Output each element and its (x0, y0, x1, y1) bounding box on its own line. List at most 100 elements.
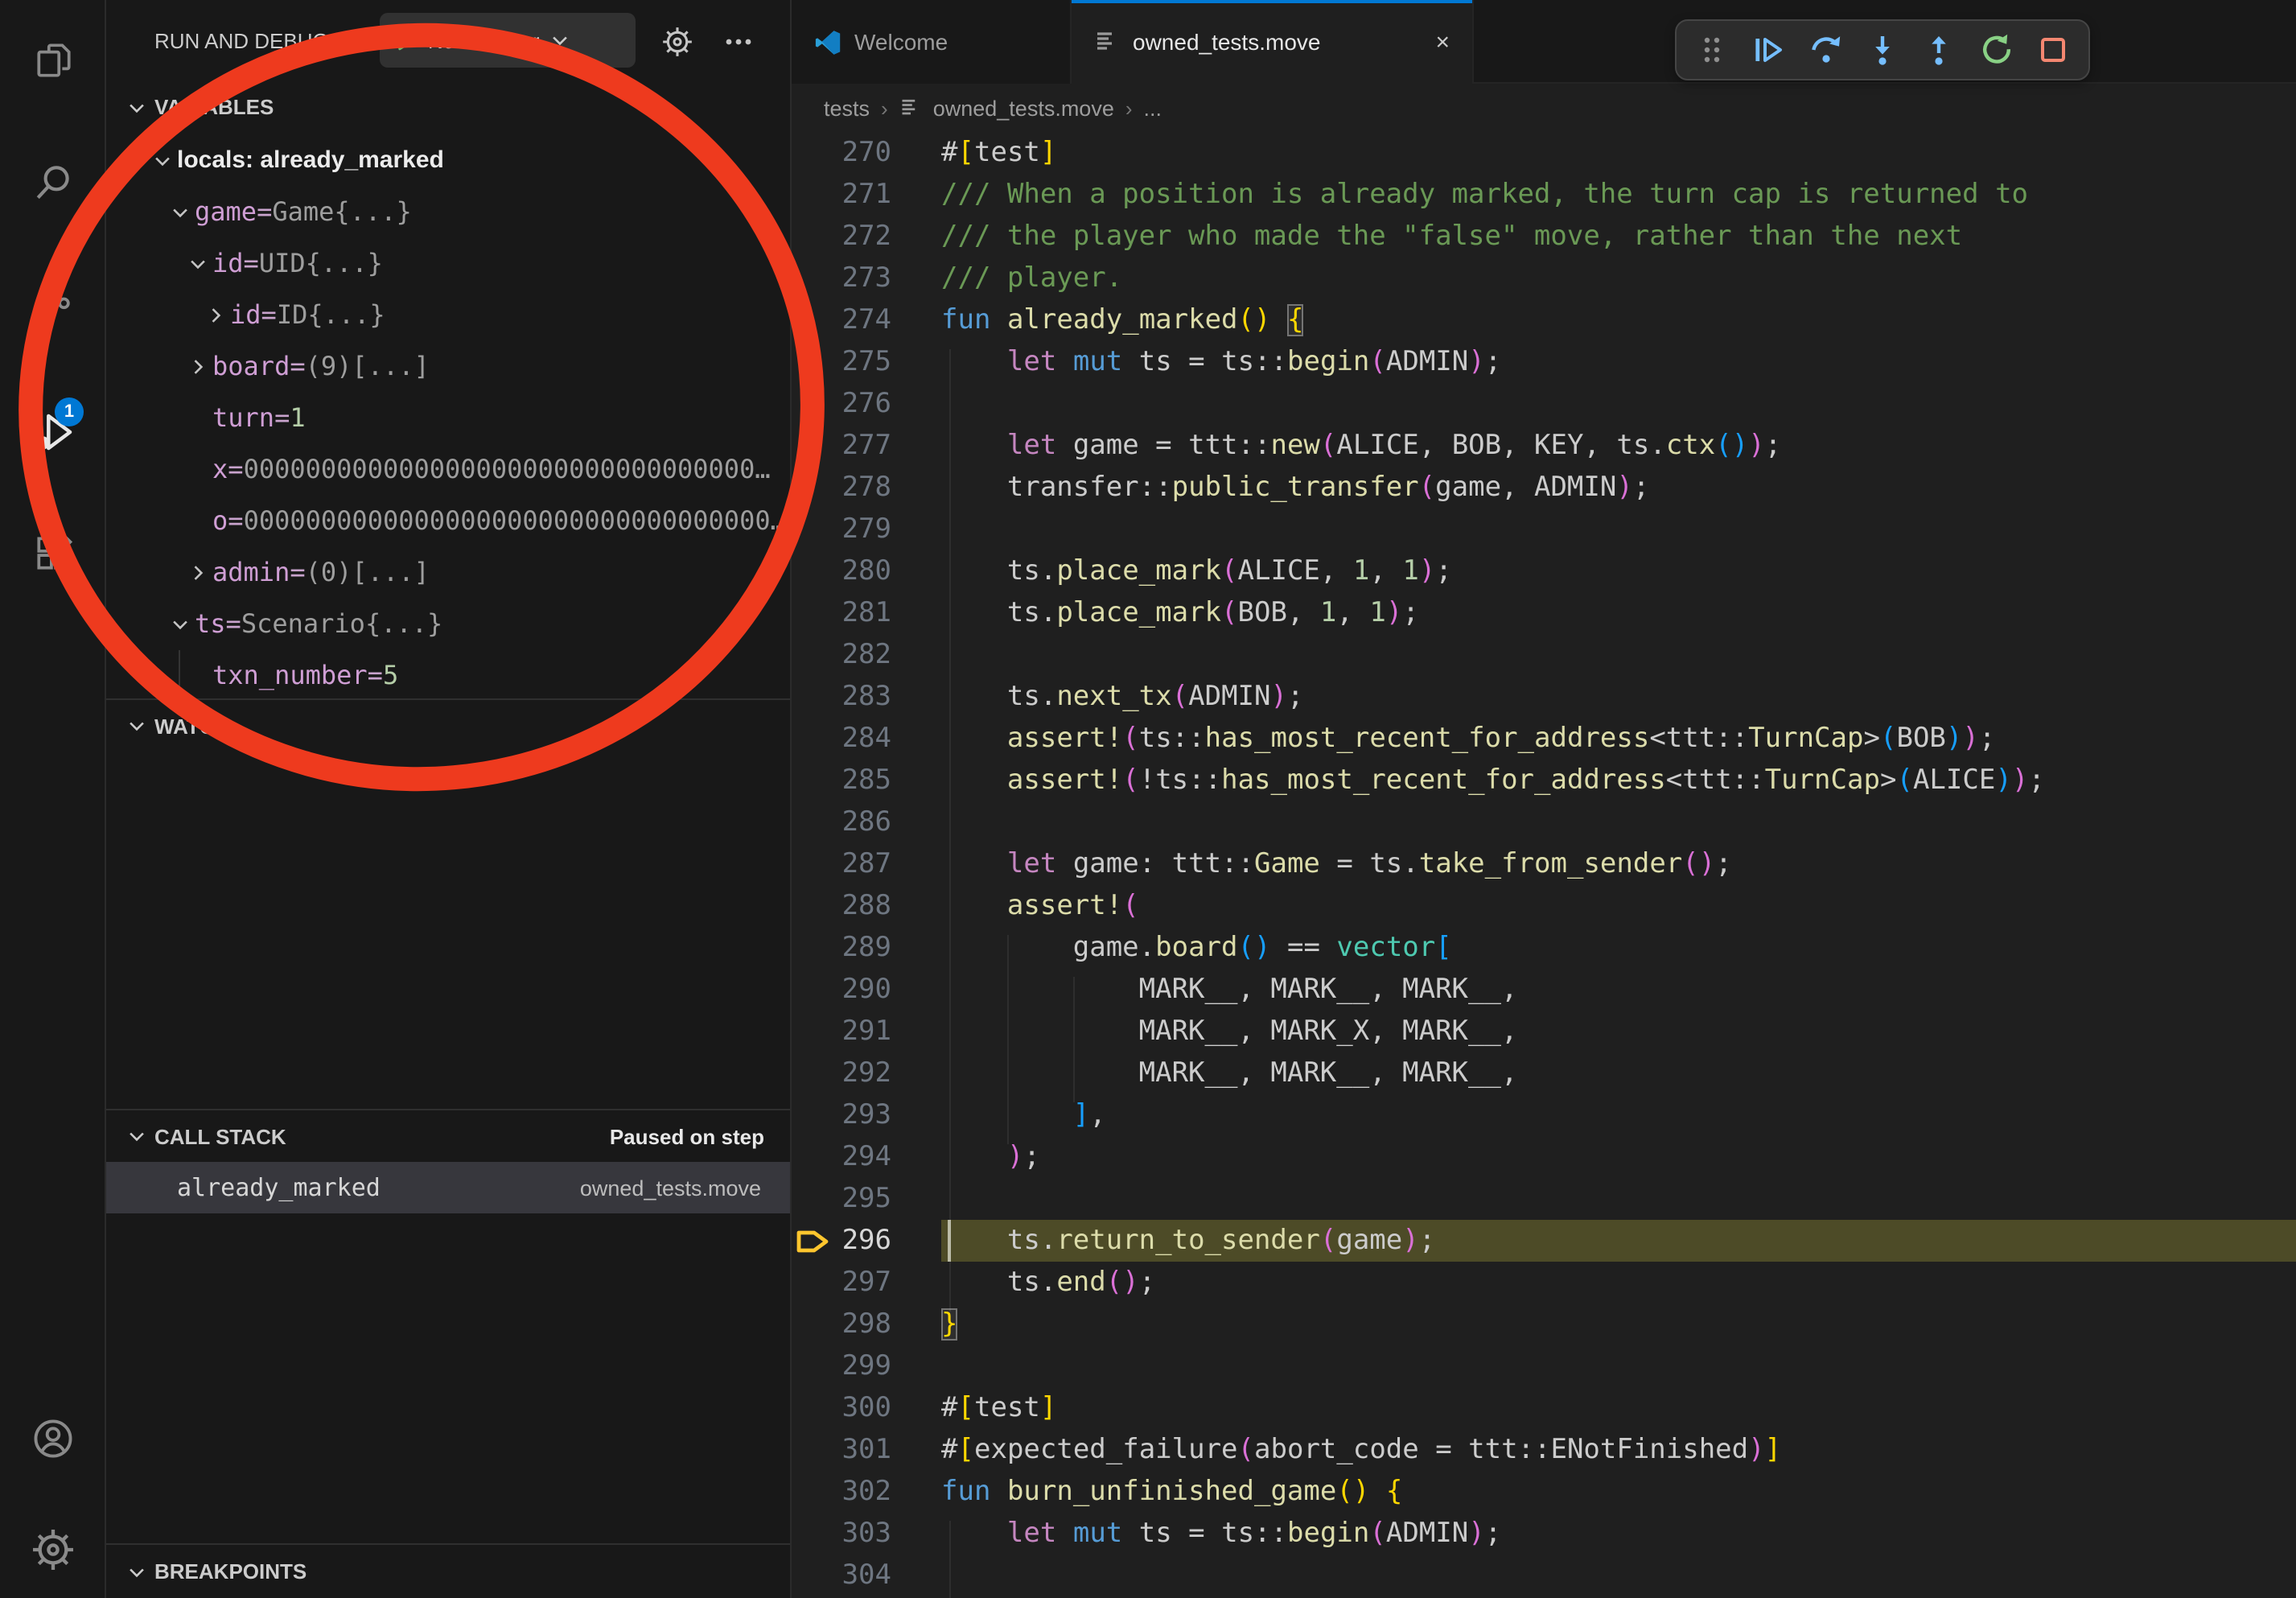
scope-row[interactable]: locals: already_marked (106, 135, 790, 187)
code-line[interactable]: 270#[test] (792, 132, 2296, 174)
code-line-content[interactable]: let mut ts = ts::begin(ADMIN); (941, 1513, 2296, 1555)
code-line[interactable]: 281 ts.place_mark(BOB, 1, 1); (792, 592, 2296, 634)
line-number[interactable]: 281 (792, 592, 941, 634)
code-line-content[interactable] (941, 801, 2296, 843)
chevron-down-icon[interactable] (169, 613, 195, 636)
code-line[interactable]: 274fun already_marked() { (792, 299, 2296, 341)
drag-handle-icon[interactable] (1693, 31, 1731, 69)
line-number[interactable]: 289 (792, 927, 941, 969)
breadcrumb-item-symbol[interactable]: ... (1144, 96, 1162, 120)
code-line[interactable]: 287 let game: ttt::Game = ts.take_from_s… (792, 843, 2296, 885)
chevron-right-icon[interactable] (187, 356, 212, 378)
line-number[interactable]: 291 (792, 1011, 941, 1052)
code-line-content[interactable]: ts.return_to_sender(game); (941, 1220, 2296, 1262)
line-number[interactable]: 278 (792, 467, 941, 509)
gear-icon[interactable] (656, 21, 698, 63)
line-number[interactable]: 276 (792, 383, 941, 425)
code-line[interactable]: 288 assert!( (792, 885, 2296, 927)
settings-gear-icon[interactable] (14, 1511, 92, 1588)
restart-icon[interactable] (1977, 31, 2015, 69)
chevron-down-icon[interactable] (169, 201, 195, 224)
code-line-content[interactable]: assert!(!ts::has_most_recent_for_address… (941, 760, 2296, 801)
step-over-icon[interactable] (1806, 31, 1845, 69)
step-into-icon[interactable] (1863, 31, 1902, 69)
code-line-content[interactable] (941, 509, 2296, 550)
code-line-content[interactable]: ts.next_tx(ADMIN); (941, 676, 2296, 718)
variable-row[interactable]: ts = Scenario{...} (106, 599, 790, 650)
line-number[interactable]: 270 (792, 132, 941, 174)
code-line[interactable]: 279 (792, 509, 2296, 550)
line-number[interactable]: 283 (792, 676, 941, 718)
chevron-down-icon[interactable] (187, 253, 212, 275)
line-number[interactable]: 282 (792, 634, 941, 676)
line-number[interactable]: 299 (792, 1345, 941, 1387)
breadcrumb-item-file[interactable]: owned_tests.move (933, 96, 1114, 120)
variable-row[interactable]: board = (9)[...] (106, 341, 790, 393)
code-line[interactable]: 296 ts.return_to_sender(game); (792, 1220, 2296, 1262)
code-line[interactable]: 278 transfer::public_transfer(game, ADMI… (792, 467, 2296, 509)
code-line[interactable]: 302fun burn_unfinished_game() { (792, 1471, 2296, 1513)
breadcrumb-item-tests[interactable]: tests (824, 96, 870, 120)
line-number[interactable]: 273 (792, 257, 941, 299)
code-line[interactable]: 283 ts.next_tx(ADMIN); (792, 676, 2296, 718)
code-line[interactable]: 272/// the player who made the "false" m… (792, 216, 2296, 257)
code-line-content[interactable]: /// When a position is already marked, t… (941, 174, 2296, 216)
code-line[interactable]: 286 (792, 801, 2296, 843)
line-number[interactable]: 277 (792, 425, 941, 467)
files-icon[interactable] (14, 21, 92, 98)
code-line-content[interactable]: ts.place_mark(BOB, 1, 1); (941, 592, 2296, 634)
code-line-content[interactable]: ts.place_mark(ALICE, 1, 1); (941, 550, 2296, 592)
stop-icon[interactable] (2034, 31, 2072, 69)
source-control-icon[interactable] (14, 267, 92, 344)
code-line-content[interactable]: /// player. (941, 257, 2296, 299)
variable-row[interactable]: game = Game{...} (106, 187, 790, 238)
code-line[interactable]: 276 (792, 383, 2296, 425)
launch-config-dropdown[interactable]: No Configur (380, 13, 636, 68)
code-line[interactable]: 300#[test] (792, 1387, 2296, 1429)
variable-row[interactable]: txn_number = 5 (106, 650, 790, 702)
code-line-content[interactable]: #[test] (941, 132, 2296, 174)
line-number[interactable]: 295 (792, 1178, 941, 1220)
line-number[interactable]: 304 (792, 1555, 941, 1596)
code-editor[interactable]: 270#[test]271/// When a position is alre… (792, 132, 2296, 1598)
step-out-icon[interactable] (1920, 31, 1959, 69)
code-line[interactable]: 303 let mut ts = ts::begin(ADMIN); (792, 1513, 2296, 1555)
code-line-content[interactable] (941, 634, 2296, 676)
line-number[interactable]: 293 (792, 1094, 941, 1136)
line-number[interactable]: 294 (792, 1136, 941, 1178)
search-icon[interactable] (14, 143, 92, 220)
code-line-content[interactable]: ); (941, 1136, 2296, 1178)
account-icon[interactable] (14, 1400, 92, 1477)
breakpoints-section-header[interactable]: BREAKPOINTS (106, 1543, 790, 1598)
code-line-content[interactable]: let game: ttt::Game = ts.take_from_sende… (941, 843, 2296, 885)
chevron-right-icon[interactable] (204, 304, 230, 327)
line-number[interactable]: 288 (792, 885, 941, 927)
code-line-content[interactable]: /// the player who made the "false" move… (941, 216, 2296, 257)
watch-section-header[interactable]: WATCH (106, 698, 790, 752)
code-line-content[interactable] (941, 1345, 2296, 1387)
line-number[interactable]: 298 (792, 1304, 941, 1345)
code-line-content[interactable]: transfer::public_transfer(game, ADMIN); (941, 467, 2296, 509)
line-number[interactable]: 272 (792, 216, 941, 257)
code-line-content[interactable]: MARK__, MARK__, MARK__, (941, 969, 2296, 1011)
code-line[interactable]: 290 MARK__, MARK__, MARK__, (792, 969, 2296, 1011)
tab-owned-tests-move[interactable]: owned_tests.move × (1072, 0, 1474, 84)
line-number[interactable]: 300 (792, 1387, 941, 1429)
code-line-content[interactable] (941, 1555, 2296, 1596)
close-icon[interactable]: × (1435, 28, 1450, 56)
code-line[interactable]: 275 let mut ts = ts::begin(ADMIN); (792, 341, 2296, 383)
line-number[interactable]: 286 (792, 801, 941, 843)
code-line[interactable]: 301#[expected_failure(abort_code = ttt::… (792, 1429, 2296, 1471)
code-line[interactable]: 291 MARK__, MARK_X, MARK__, (792, 1011, 2296, 1052)
line-number[interactable]: 302 (792, 1471, 941, 1513)
line-number[interactable]: 303 (792, 1513, 941, 1555)
more-actions-icon[interactable] (718, 21, 759, 63)
call-stack-frame[interactable]: already_marked owned_tests.move (106, 1162, 790, 1213)
code-line[interactable]: 282 (792, 634, 2296, 676)
line-number[interactable]: 275 (792, 341, 941, 383)
code-line-content[interactable]: fun already_marked() { (941, 299, 2296, 341)
code-line[interactable]: 299 (792, 1345, 2296, 1387)
call-stack-section-header[interactable]: CALL STACK Paused on step (106, 1109, 790, 1162)
tab-welcome[interactable]: Welcome (792, 0, 1072, 84)
code-line-content[interactable]: let game = ttt::new(ALICE, BOB, KEY, ts.… (941, 425, 2296, 467)
